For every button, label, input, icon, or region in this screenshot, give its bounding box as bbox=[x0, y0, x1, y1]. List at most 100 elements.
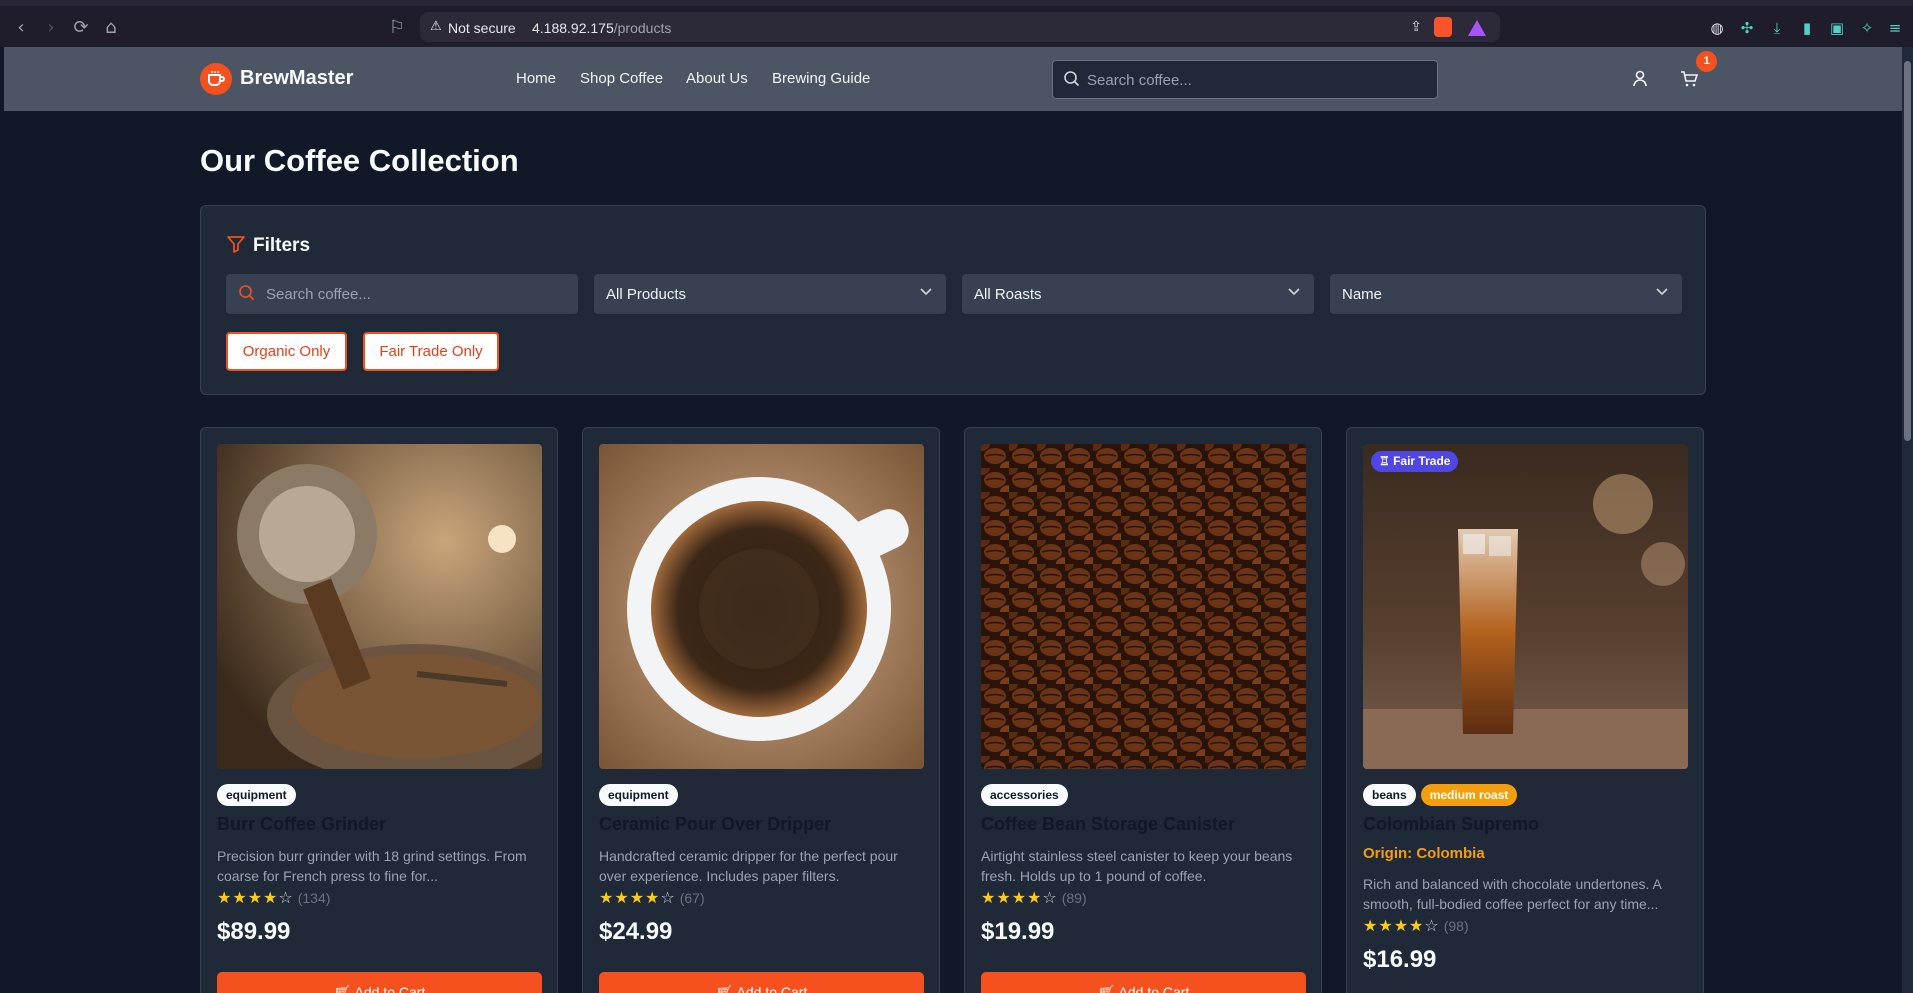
scrollbar-thumb[interactable] bbox=[1904, 61, 1911, 441]
share-icon[interactable]: ⇪ bbox=[1410, 19, 1422, 35]
product-origin: Origin: Colombia bbox=[1363, 845, 1485, 862]
fair-trade-only-toggle[interactable]: Fair Trade Only bbox=[363, 332, 499, 371]
product-rating: ★★★★☆ (134) bbox=[217, 888, 331, 907]
warning-icon: ⚠ bbox=[430, 19, 442, 34]
chevron-down-icon bbox=[1288, 288, 1300, 296]
search-icon bbox=[239, 285, 255, 301]
product-name[interactable]: Colombian Supremo bbox=[1363, 814, 1539, 835]
coffee-roaster-photo[interactable] bbox=[217, 444, 542, 769]
add-to-cart-button[interactable]: 🛒︎ Add to Cart bbox=[217, 972, 542, 993]
filter-icon bbox=[227, 236, 245, 253]
cart-icon: 🛒︎ bbox=[1097, 984, 1119, 993]
puzzle-icon[interactable]: ✣ bbox=[1737, 18, 1757, 38]
review-count: (67) bbox=[679, 890, 705, 906]
fair-trade-badge: ♖ Fair Trade bbox=[1371, 451, 1459, 472]
review-count: (98) bbox=[1443, 918, 1469, 934]
product-name[interactable]: Burr Coffee Grinder bbox=[217, 814, 386, 835]
product-price: $19.99 bbox=[981, 918, 1055, 945]
product-card[interactable]: equipment Ceramic Pour Over Dripper Hand… bbox=[582, 427, 940, 993]
product-card[interactable]: ♖ Fair Trade beans medium roast Colombian… bbox=[1346, 427, 1704, 993]
nav-about-us[interactable]: About Us bbox=[686, 70, 748, 87]
add-to-cart-button[interactable]: 🛒︎ Add to Cart bbox=[981, 972, 1306, 993]
cart-icon: 🛒︎ bbox=[333, 984, 355, 993]
nav-brewing-guide[interactable]: Brewing Guide bbox=[772, 70, 870, 87]
award-icon: ♖ bbox=[1379, 454, 1394, 468]
star-rating-icon: ★★★★☆ bbox=[599, 888, 676, 907]
filters-title: Filters bbox=[253, 235, 311, 256]
star-rating-icon: ★★★★☆ bbox=[217, 888, 294, 907]
product-description: Precision burr grinder with 18 grind set… bbox=[217, 848, 527, 884]
security-label: Not secure bbox=[448, 20, 516, 36]
organic-only-toggle[interactable]: Organic Only bbox=[226, 332, 347, 371]
category-tag: accessories bbox=[981, 784, 1068, 806]
roast-select-value: All Roasts bbox=[974, 286, 1042, 303]
rewards-icon[interactable] bbox=[1468, 18, 1486, 36]
header-search-placeholder: Search coffee... bbox=[1087, 72, 1192, 89]
chevron-down-icon bbox=[1656, 288, 1668, 296]
product-description: Rich and balanced with chocolate underto… bbox=[1363, 876, 1662, 912]
home-icon[interactable]: ⌂ bbox=[100, 17, 122, 39]
chevron-down-icon bbox=[920, 288, 932, 296]
product-rating: ★★★★☆ (89) bbox=[981, 888, 1087, 907]
header-search-input[interactable]: Search coffee... bbox=[1052, 60, 1438, 99]
extension-icon[interactable]: ◍ bbox=[1707, 18, 1727, 38]
category-tag: equipment bbox=[599, 784, 678, 806]
product-card[interactable]: accessories Coffee Bean Storage Canister… bbox=[964, 427, 1322, 993]
site-header: BrewMaster Home Shop Coffee About Us Bre… bbox=[4, 47, 1902, 111]
product-card[interactable]: equipment Burr Coffee Grinder Precision … bbox=[200, 427, 558, 993]
product-price: $24.99 bbox=[599, 918, 673, 945]
review-count: (134) bbox=[297, 890, 331, 906]
brand-name[interactable]: BrewMaster bbox=[240, 67, 353, 90]
cart-icon[interactable] bbox=[1680, 70, 1698, 88]
reload-icon[interactable]: ⟳ bbox=[70, 17, 92, 39]
iced-coffee-photo[interactable]: ♖ Fair Trade bbox=[1363, 444, 1688, 769]
filter-search-input[interactable]: Search coffee... bbox=[226, 274, 578, 314]
product-name[interactable]: Ceramic Pour Over Dripper bbox=[599, 814, 831, 835]
roast-tag: medium roast bbox=[1420, 784, 1518, 806]
product-description: Airtight stainless steel canister to kee… bbox=[981, 848, 1293, 884]
nav-shop-coffee[interactable]: Shop Coffee bbox=[580, 70, 663, 87]
page-viewport: BrewMaster Home Shop Coffee About Us Bre… bbox=[4, 47, 1902, 993]
filters-panel: Filters Search coffee... All Products Al… bbox=[200, 205, 1706, 395]
filter-search-placeholder: Search coffee... bbox=[266, 286, 371, 303]
product-description: Handcrafted ceramic dripper for the perf… bbox=[599, 848, 898, 884]
search-icon bbox=[1064, 71, 1080, 87]
star-rating-icon: ★★★★☆ bbox=[981, 888, 1058, 907]
coffee-logo-icon[interactable] bbox=[200, 63, 232, 95]
cart-icon: 🛒︎ bbox=[715, 984, 737, 993]
product-price: $89.99 bbox=[217, 918, 291, 945]
menu-icon[interactable]: ≡ bbox=[1885, 18, 1905, 38]
coffee-cup-photo[interactable] bbox=[599, 444, 924, 769]
sidebar-icon[interactable]: ▮ bbox=[1797, 18, 1817, 38]
sort-select[interactable]: Name bbox=[1330, 274, 1682, 314]
product-rating: ★★★★☆ (67) bbox=[599, 888, 705, 907]
cart-count-badge: 1 bbox=[1696, 51, 1717, 72]
forward-icon[interactable]: › bbox=[40, 17, 62, 39]
leo-icon[interactable]: ✧ bbox=[1857, 18, 1877, 38]
browser-toolbar: ‹ › ⟳ ⌂ ⚐ ⚠ Not secure 4.188.92.175/prod… bbox=[0, 0, 1913, 47]
coffee-beans-photo[interactable] bbox=[981, 444, 1306, 769]
wallet-icon[interactable]: ▣ bbox=[1827, 18, 1847, 38]
bookmark-icon[interactable]: ⚐ bbox=[386, 17, 408, 39]
address-bar[interactable]: ⚠ Not secure 4.188.92.175/products ⇪ bbox=[420, 12, 1500, 42]
product-price: $16.99 bbox=[1363, 946, 1437, 973]
page-scrollbar[interactable] bbox=[1902, 47, 1913, 993]
category-tag: beans bbox=[1363, 784, 1416, 806]
category-select-value: All Products bbox=[606, 286, 687, 303]
url-text: 4.188.92.175/products bbox=[532, 20, 672, 36]
user-icon[interactable] bbox=[1632, 70, 1648, 88]
star-rating-icon: ★★★★☆ bbox=[1363, 916, 1440, 935]
nav-home[interactable]: Home bbox=[516, 70, 556, 87]
add-to-cart-button[interactable]: 🛒︎ Add to Cart bbox=[599, 972, 924, 993]
roast-select[interactable]: All Roasts bbox=[962, 274, 1314, 314]
brave-shield-icon[interactable] bbox=[1434, 17, 1452, 37]
page-title: Our Coffee Collection bbox=[200, 143, 519, 178]
download-icon[interactable]: ⤓ bbox=[1767, 18, 1787, 38]
product-rating: ★★★★☆ (98) bbox=[1363, 916, 1469, 935]
back-icon[interactable]: ‹ bbox=[10, 17, 32, 39]
category-tag: equipment bbox=[217, 784, 296, 806]
category-select[interactable]: All Products bbox=[594, 274, 946, 314]
product-name[interactable]: Coffee Bean Storage Canister bbox=[981, 814, 1235, 835]
sort-select-value: Name bbox=[1342, 286, 1383, 303]
review-count: (89) bbox=[1061, 890, 1087, 906]
